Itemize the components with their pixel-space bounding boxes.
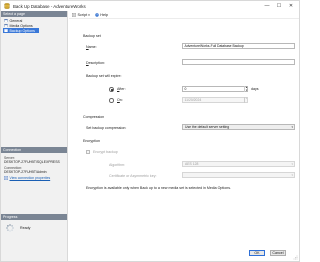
- on-date-picker[interactable]: 11/20/2024: [182, 97, 248, 103]
- algorithm-label: Algorithm:: [109, 163, 126, 167]
- backup-set-group-label: Backup set: [83, 34, 101, 38]
- after-radio[interactable]: [109, 87, 114, 92]
- compression-group-label: Compression: [83, 115, 105, 119]
- encrypt-backup-label: Encrypt backup: [93, 150, 118, 154]
- backup-database-dialog: Back Up Database - AdventureWorks — ☐ ✕ …: [0, 0, 300, 262]
- page-icon: [4, 28, 8, 33]
- algorithm-select[interactable]: AES 128 ▾: [182, 161, 295, 167]
- chevron-down-icon: ▾: [291, 162, 293, 167]
- certificate-select[interactable]: ▾: [182, 172, 295, 178]
- on-label: On:: [117, 98, 123, 102]
- page-item-backup-options[interactable]: Backup Options: [3, 28, 39, 33]
- left-pane: Select a page General Media Options Back…: [1, 11, 68, 261]
- cancel-button[interactable]: Cancel: [270, 250, 286, 256]
- toolbar: Script ▾ ? Help: [69, 11, 299, 19]
- progress-status: Ready: [20, 226, 31, 230]
- progress-area: Ready: [5, 223, 30, 233]
- progress-spinner-icon: [6, 224, 14, 232]
- connection-header: Connection: [1, 147, 67, 153]
- encryption-note: Encryption is available only when Back u…: [86, 186, 232, 190]
- after-days-input[interactable]: 0: [182, 86, 248, 92]
- connection-info: Server: DESKTOP-27FUH5T\SQLEXPRESS Conne…: [4, 156, 67, 180]
- script-button[interactable]: Script ▾: [72, 13, 90, 17]
- close-button[interactable]: ✕: [285, 2, 297, 10]
- maximize-button[interactable]: ☐: [273, 2, 285, 10]
- ok-button[interactable]: OK: [249, 250, 265, 256]
- server-value: DESKTOP-27FUH5T\SQLEXPRESS: [4, 160, 60, 164]
- dialog-footer: OK Cancel: [69, 246, 299, 261]
- script-icon: [72, 12, 76, 17]
- script-label: Script: [77, 12, 88, 17]
- chevron-down-icon: ▾: [291, 173, 293, 178]
- view-connection-properties-link[interactable]: View connection properties: [10, 176, 51, 180]
- after-label: After:: [117, 87, 126, 91]
- minimize-button[interactable]: —: [261, 2, 273, 10]
- progress-header: Progress: [1, 214, 67, 220]
- page-item-label: Backup Options: [9, 28, 35, 33]
- help-button[interactable]: ? Help: [95, 13, 108, 17]
- help-label: Help: [100, 12, 109, 17]
- page-icon: [4, 18, 8, 23]
- help-icon: ?: [95, 13, 99, 17]
- on-radio[interactable]: [109, 98, 114, 103]
- encryption-group-label: Encryption: [83, 139, 100, 143]
- backup-options-panel: Script ▾ ? Help Backup set Name: Adventu…: [69, 11, 299, 246]
- date-dropdown-icon[interactable]: ▾: [244, 97, 248, 103]
- connection-value: DESKTOP-27FUH5T\Admin: [4, 170, 47, 174]
- properties-icon: [4, 176, 8, 180]
- chevron-down-icon: ▾: [291, 125, 293, 130]
- title-bar: Back Up Database - AdventureWorks — ☐ ✕: [1, 1, 299, 11]
- database-icon: [4, 3, 10, 9]
- name-label: Name:: [86, 45, 97, 49]
- days-spinner[interactable]: ▲ ▼: [244, 86, 248, 92]
- days-label: days: [251, 87, 259, 91]
- description-label: Description:: [86, 61, 105, 65]
- window-title: Back Up Database - AdventureWorks: [13, 3, 86, 9]
- compression-select[interactable]: Use the default server setting ▾: [182, 124, 295, 130]
- set-compression-label: Set backup compression:: [86, 126, 127, 130]
- encrypt-backup-checkbox[interactable]: [86, 150, 90, 154]
- description-input[interactable]: [182, 59, 295, 65]
- page-item-label: Media Options: [9, 23, 33, 28]
- page-icon: [4, 23, 8, 28]
- script-dropdown-icon[interactable]: ▾: [88, 13, 90, 17]
- page-item-label: General: [9, 18, 23, 23]
- compression-value: Use the default server setting: [185, 125, 230, 129]
- certificate-label: Certificate or Asymmetric key:: [109, 174, 157, 178]
- backup-name-input[interactable]: AdventureWorks-Full Database Backup: [182, 43, 295, 49]
- resize-grip-icon[interactable]: [293, 255, 298, 260]
- page-list: General Media Options Backup Options: [1, 17, 67, 33]
- algorithm-value: AES 128: [185, 162, 199, 166]
- expire-label: Backup set will expire:: [86, 74, 122, 78]
